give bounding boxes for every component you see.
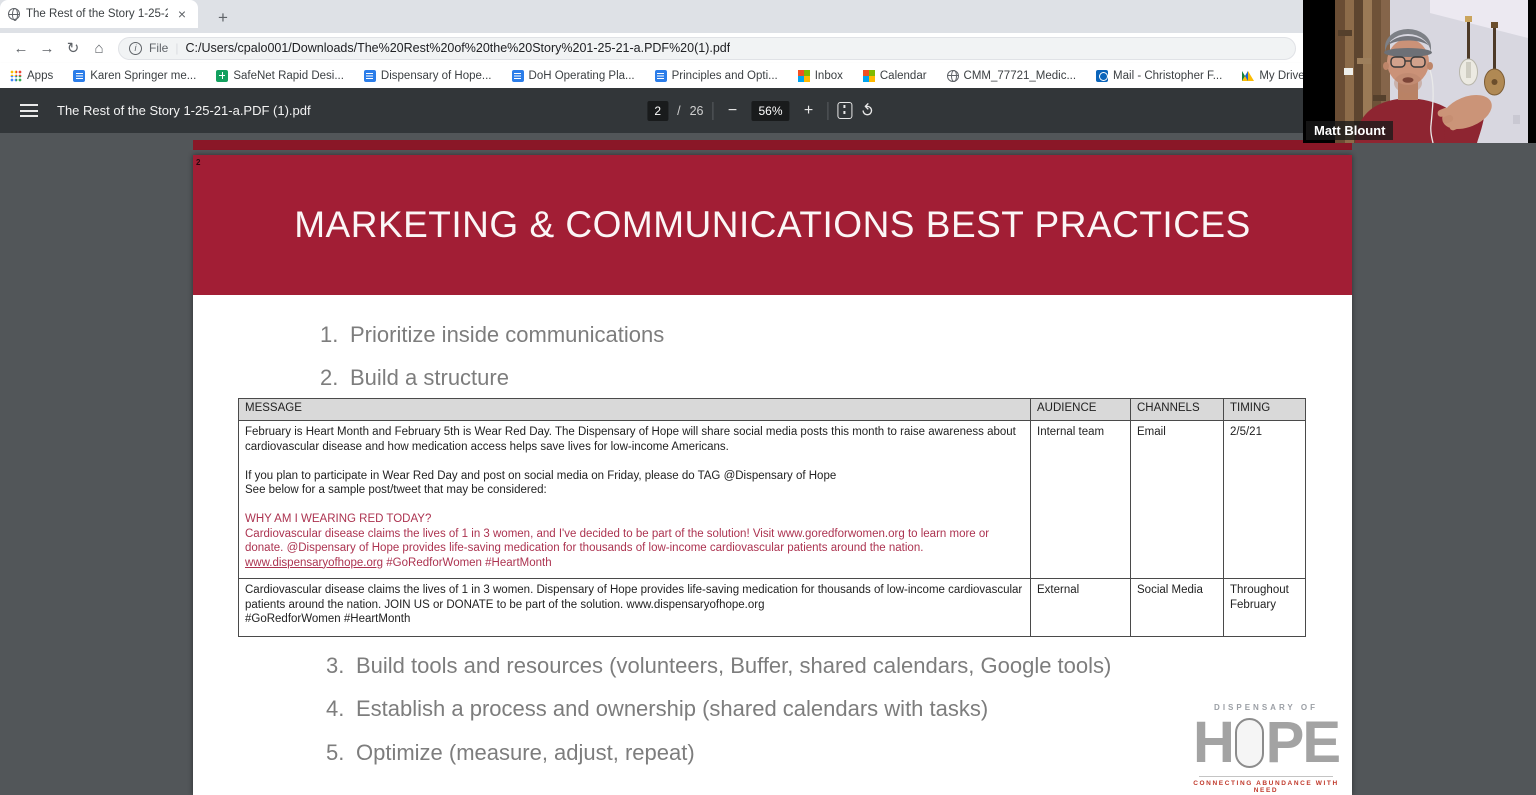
audience-cell: Internal team (1031, 421, 1131, 579)
previous-page-edge (193, 140, 1352, 150)
google-doc-icon (512, 70, 524, 82)
page-number-badge: 2 (196, 158, 200, 167)
bookmark-karen-springer[interactable]: Karen Springer me... (73, 70, 196, 82)
dispensary-of-hope-logo: DISPENSARY OF H P E CONNECTING ABUNDANCE… (1193, 703, 1339, 794)
message-cell: Cardiovascular disease claims the lives … (239, 579, 1031, 637)
col-header-channels: CHANNELS (1131, 399, 1224, 421)
browser-tab[interactable]: The Rest of the Story 1-25-21-a.P × (0, 0, 198, 28)
pdf-page: MARKETING & COMMUNICATIONS BEST PRACTICE… (193, 155, 1352, 795)
bookmark-safenet[interactable]: SafeNet Rapid Desi... (216, 70, 344, 82)
address-separator: | (175, 41, 178, 55)
message-plan-table: MESSAGE AUDIENCE CHANNELS TIMING Februar… (238, 398, 1306, 637)
zoom-level[interactable]: 56% (751, 101, 789, 121)
timing-cell: Throughout February (1224, 579, 1306, 637)
forward-icon[interactable]: → (34, 40, 60, 57)
pill-icon (1235, 718, 1264, 768)
table-row: February is Heart Month and February 5th… (239, 421, 1306, 579)
slide-title: MARKETING & COMMUNICATIONS BEST PRACTICE… (193, 155, 1352, 295)
google-doc-icon (655, 70, 667, 82)
apps-grid-icon (10, 70, 22, 82)
col-header-timing: TIMING (1224, 399, 1306, 421)
bookmark-mail[interactable]: Mail - Christopher F... (1096, 70, 1222, 82)
table-header-row: MESSAGE AUDIENCE CHANNELS TIMING (239, 399, 1306, 421)
page-number-input[interactable]: 2 (647, 101, 668, 121)
pdf-document-title: The Rest of the Story 1-25-21-a.PDF (1).… (57, 103, 311, 118)
list-item: 5. Optimize (measure, adjust, repeat) (326, 740, 695, 766)
zoom-out-icon[interactable]: − (722, 102, 742, 120)
microsoft-icon (863, 70, 875, 82)
address-bar[interactable]: i File | C:/Users/cpalo001/Downloads/The… (118, 37, 1296, 60)
reload-icon[interactable]: ↻ (60, 39, 86, 57)
drive-icon (1242, 70, 1254, 82)
timing-cell: 2/5/21 (1224, 421, 1306, 579)
message-cell: February is Heart Month and February 5th… (239, 421, 1031, 579)
channels-cell: Social Media (1131, 579, 1224, 637)
address-file-label: File (149, 41, 168, 55)
google-doc-icon (364, 70, 376, 82)
tab-title: The Rest of the Story 1-25-21-a.P (26, 8, 168, 20)
bookmark-inbox[interactable]: Inbox (798, 70, 843, 82)
table-row: Cardiovascular disease claims the lives … (239, 579, 1306, 637)
bookmark-cmm[interactable]: CMM_77721_Medic... (947, 70, 1077, 82)
zoom-in-icon[interactable]: + (799, 102, 819, 120)
pdf-viewport[interactable]: MARKETING & COMMUNICATIONS BEST PRACTICE… (0, 133, 1536, 788)
list-item: 4. Establish a process and ownership (sh… (326, 696, 988, 722)
list-item: 1. Prioritize inside communications (320, 322, 664, 348)
fit-page-icon[interactable] (838, 102, 853, 119)
new-tab-button[interactable]: + (218, 8, 228, 28)
toolbar-divider (712, 102, 713, 120)
bookmark-calendar[interactable]: Calendar (863, 70, 927, 82)
outlook-icon (1096, 70, 1108, 82)
globe-icon (947, 70, 959, 82)
bookmark-my-drive[interactable]: My Drive (1242, 70, 1304, 82)
bookmark-apps[interactable]: Apps (10, 70, 53, 82)
list-item: 2. Build a structure (320, 365, 509, 391)
google-doc-icon (73, 70, 85, 82)
address-url: C:/Users/cpalo001/Downloads/The%20Rest%2… (185, 41, 730, 55)
col-header-message: MESSAGE (239, 399, 1031, 421)
list-item: 3. Build tools and resources (volunteers… (326, 653, 1111, 679)
back-icon[interactable]: ← (8, 40, 34, 57)
tab-close-icon[interactable]: × (174, 7, 190, 21)
tab-favicon-globe-icon (8, 8, 20, 20)
col-header-audience: AUDIENCE (1031, 399, 1131, 421)
rotate-icon[interactable]: ↺ (856, 99, 880, 123)
toolbar-divider (828, 102, 829, 120)
microsoft-icon (798, 70, 810, 82)
page-total: 26 (690, 104, 704, 118)
slide-title-banner: MARKETING & COMMUNICATIONS BEST PRACTICE… (193, 155, 1352, 295)
page-separator: / (677, 104, 680, 118)
bookmark-dispensary[interactable]: Dispensary of Hope... (364, 70, 492, 82)
hamburger-menu-icon[interactable] (20, 104, 38, 117)
bookmark-doh-operating[interactable]: DoH Operating Pla... (512, 70, 635, 82)
audience-cell: External (1031, 579, 1131, 637)
info-icon[interactable]: i (129, 42, 142, 55)
webcam-video-overlay: Matt Blount (1303, 0, 1536, 143)
home-icon[interactable]: ⌂ (86, 40, 112, 57)
dispensary-link[interactable]: www.dispensaryofhope.org (245, 557, 383, 569)
google-sheet-icon (216, 70, 228, 82)
bookmark-principles[interactable]: Principles and Opti... (655, 70, 778, 82)
participant-name-label: Matt Blount (1306, 121, 1393, 140)
channels-cell: Email (1131, 421, 1224, 579)
